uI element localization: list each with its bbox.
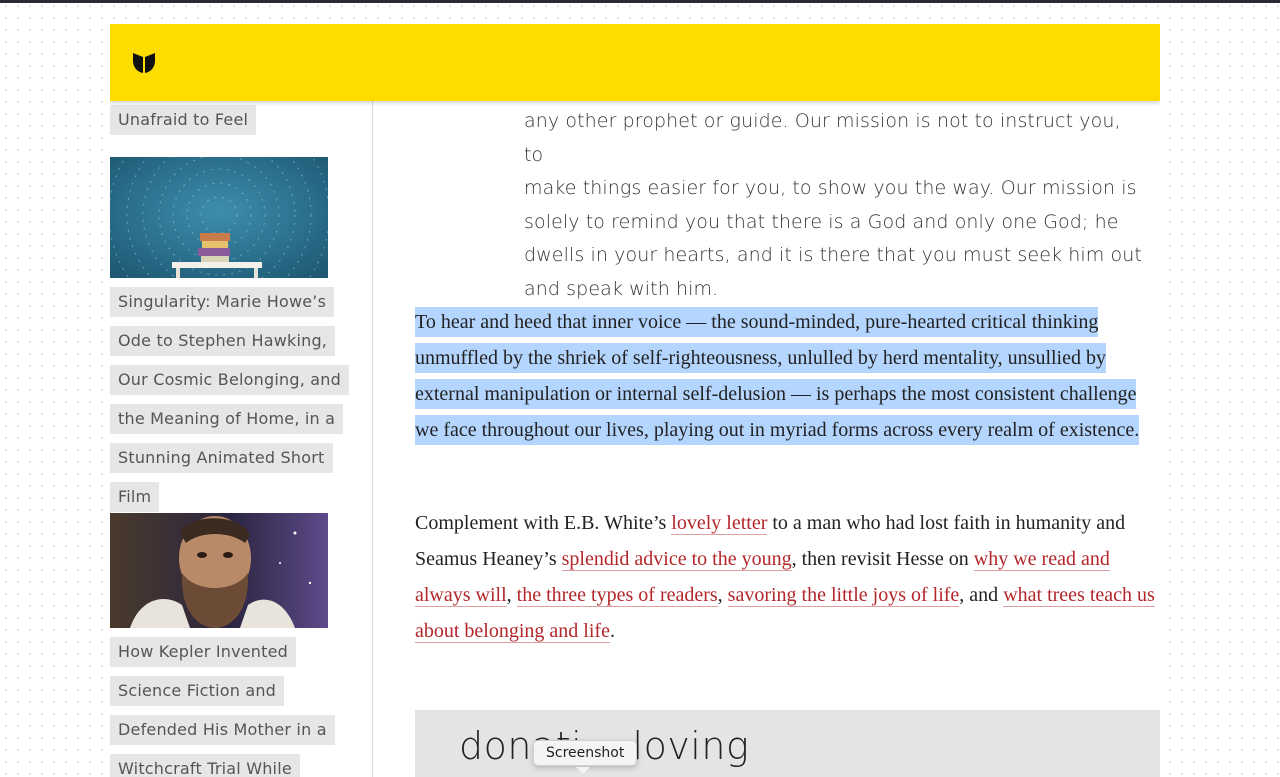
sidebar-title-line[interactable]: Singularity: Marie Howe’s [110, 287, 335, 317]
sidebar-article-singularity[interactable]: Singularity: Marie Howe’s Ode to Stephen… [110, 157, 349, 521]
sidebar-title-line[interactable]: Film [110, 482, 160, 512]
link-lovely-letter[interactable]: lovely letter [671, 512, 768, 535]
sidebar-title-line[interactable]: Our Cosmic Belonging, and [110, 365, 349, 395]
text-segment: , [506, 584, 517, 606]
quote-line: any other prophet or guide. Our mission … [524, 110, 1121, 166]
text-segment: , [717, 584, 728, 606]
text-segment: , then revisit Hesse on [791, 548, 974, 570]
selected-text[interactable]: To hear and heed that inner voice — the … [415, 307, 1140, 445]
site-header [110, 24, 1160, 101]
tooltip-arrow [576, 767, 590, 774]
donation-box: donati loving [415, 710, 1160, 777]
sidebar-title-line[interactable]: How Kepler Invented [110, 637, 297, 667]
screenshot-tooltip: Screenshot [533, 740, 638, 766]
complement-paragraph: Complement with E.B. White’s lovely lett… [415, 505, 1160, 649]
previous-article-tail[interactable]: Unafraid to Feel [110, 105, 257, 144]
sidebar-title-line[interactable]: Defended His Mother in a [110, 715, 335, 745]
quote-line: dwells in your hearts, and it is there t… [524, 244, 1142, 267]
article-content: any other prophet or guide. Our mission … [415, 101, 1160, 777]
sidebar-title-line[interactable]: Science Fiction and [110, 676, 285, 706]
sidebar-article-kepler[interactable]: How Kepler Invented Science Fiction and … [110, 513, 335, 777]
sidebar: Unafraid to Feel Singularity: Marie Howe… [110, 101, 373, 777]
text-segment: . [609, 620, 615, 642]
sidebar-title-line[interactable]: Witchcraft Trial While [110, 754, 300, 777]
quote-line: make things easier for you, to show you … [524, 177, 1137, 200]
block-quote: any other prophet or guide. Our mission … [524, 105, 1144, 307]
link-three-types-readers[interactable]: the three types of readers [516, 584, 718, 607]
quote-line: solely to remind you that there is a God… [524, 210, 1119, 233]
quote-line: and speak with him. [524, 277, 719, 300]
text-segment: , and [959, 584, 1004, 606]
link-splendid-advice[interactable]: splendid advice to the young [561, 548, 792, 571]
sidebar-title-line[interactable]: Unafraid to Feel [110, 105, 257, 135]
sidebar-title-line[interactable]: Ode to Stephen Hawking, [110, 326, 336, 356]
page-container: Unafraid to Feel Singularity: Marie Howe… [110, 24, 1160, 777]
highlighted-paragraph: To hear and heed that inner voice — the … [415, 304, 1160, 448]
kepler-portrait-thumbnail[interactable] [110, 513, 328, 628]
text-segment: Complement with E.B. White’s [415, 512, 672, 534]
sidebar-title-line[interactable]: the Meaning of Home, in a [110, 404, 344, 434]
link-little-joys[interactable]: savoring the little joys of life [727, 584, 960, 607]
books-vortex-thumbnail[interactable] [110, 157, 328, 278]
sidebar-title-line[interactable]: Stunning Animated Short [110, 443, 333, 473]
marginalian-logo-icon[interactable] [132, 52, 156, 74]
window-top-border [0, 0, 1280, 3]
